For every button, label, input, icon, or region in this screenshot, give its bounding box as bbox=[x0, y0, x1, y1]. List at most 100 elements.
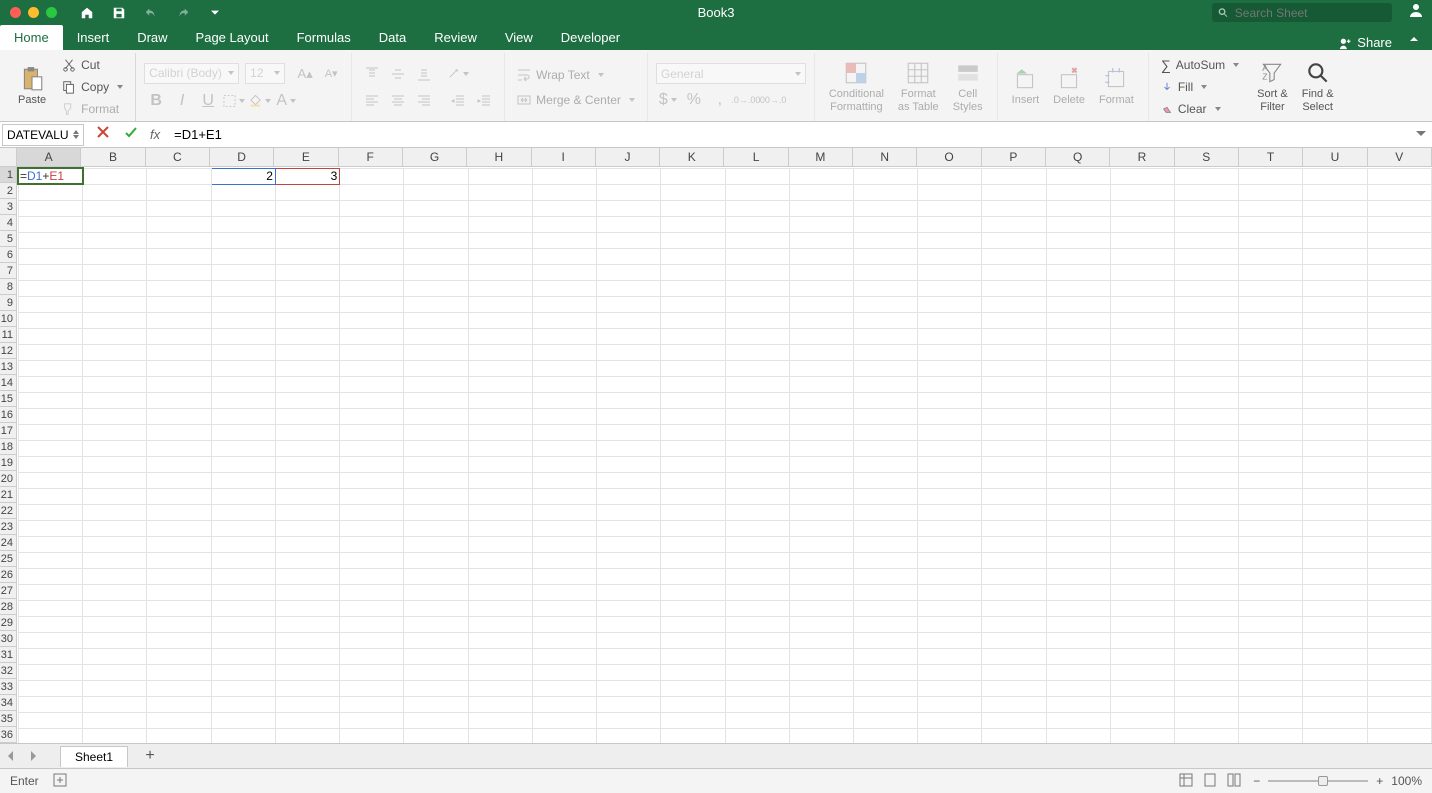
cell-C8[interactable] bbox=[147, 280, 211, 296]
cell-T23[interactable] bbox=[1239, 520, 1303, 536]
row-header-33[interactable]: 33 bbox=[0, 679, 16, 695]
cell-D24[interactable] bbox=[211, 536, 275, 552]
cell-J27[interactable] bbox=[597, 584, 661, 600]
row-header-20[interactable]: 20 bbox=[0, 471, 16, 487]
cell-F7[interactable] bbox=[340, 264, 404, 280]
cell-S34[interactable] bbox=[1174, 696, 1238, 712]
cell-B27[interactable] bbox=[83, 584, 147, 600]
cell-A1[interactable]: =D1+E1 bbox=[18, 168, 83, 184]
cell-C13[interactable] bbox=[147, 360, 211, 376]
cell-V32[interactable] bbox=[1367, 664, 1431, 680]
cell-T32[interactable] bbox=[1239, 664, 1303, 680]
cell-C16[interactable] bbox=[147, 408, 211, 424]
cell-K10[interactable] bbox=[661, 312, 725, 328]
cell-S19[interactable] bbox=[1174, 456, 1238, 472]
cell-G25[interactable] bbox=[404, 552, 468, 568]
cell-I11[interactable] bbox=[532, 328, 596, 344]
cell-N1[interactable] bbox=[853, 168, 917, 184]
col-header-P[interactable]: P bbox=[982, 148, 1046, 166]
row-header-4[interactable]: 4 bbox=[0, 215, 16, 231]
border-button[interactable] bbox=[222, 90, 246, 112]
cell-F11[interactable] bbox=[340, 328, 404, 344]
row-header-1[interactable]: 1 bbox=[0, 167, 16, 183]
cell-S24[interactable] bbox=[1174, 536, 1238, 552]
cell-T3[interactable] bbox=[1239, 200, 1303, 216]
cell-B13[interactable] bbox=[83, 360, 147, 376]
cell-K1[interactable] bbox=[661, 168, 725, 184]
cell-C28[interactable] bbox=[147, 600, 211, 616]
cell-E35[interactable] bbox=[275, 712, 339, 728]
cell-G30[interactable] bbox=[404, 632, 468, 648]
cell-T19[interactable] bbox=[1239, 456, 1303, 472]
cell-H31[interactable] bbox=[468, 648, 532, 664]
cell-R8[interactable] bbox=[1110, 280, 1174, 296]
cell-B20[interactable] bbox=[83, 472, 147, 488]
cell-A8[interactable] bbox=[18, 280, 83, 296]
cell-R28[interactable] bbox=[1110, 600, 1174, 616]
cell-F5[interactable] bbox=[340, 232, 404, 248]
cell-H25[interactable] bbox=[468, 552, 532, 568]
cell-R27[interactable] bbox=[1110, 584, 1174, 600]
cell-A12[interactable] bbox=[18, 344, 83, 360]
cell-J2[interactable] bbox=[597, 184, 661, 200]
cell-T31[interactable] bbox=[1239, 648, 1303, 664]
cell-I7[interactable] bbox=[532, 264, 596, 280]
row-header-34[interactable]: 34 bbox=[0, 695, 16, 711]
cell-E19[interactable] bbox=[275, 456, 339, 472]
cell-K27[interactable] bbox=[661, 584, 725, 600]
cell-B36[interactable] bbox=[83, 728, 147, 743]
cell-B31[interactable] bbox=[83, 648, 147, 664]
cell-G24[interactable] bbox=[404, 536, 468, 552]
cell-V7[interactable] bbox=[1367, 264, 1431, 280]
cell-B15[interactable] bbox=[83, 392, 147, 408]
cell-M10[interactable] bbox=[789, 312, 853, 328]
cell-M3[interactable] bbox=[789, 200, 853, 216]
cell-M12[interactable] bbox=[789, 344, 853, 360]
cell-G3[interactable] bbox=[404, 200, 468, 216]
cell-P5[interactable] bbox=[982, 232, 1046, 248]
cell-R30[interactable] bbox=[1110, 632, 1174, 648]
cell-C30[interactable] bbox=[147, 632, 211, 648]
cell-P31[interactable] bbox=[982, 648, 1046, 664]
cell-U10[interactable] bbox=[1303, 312, 1367, 328]
cell-C2[interactable] bbox=[147, 184, 211, 200]
cell-V13[interactable] bbox=[1367, 360, 1431, 376]
cell-L25[interactable] bbox=[725, 552, 789, 568]
cell-H33[interactable] bbox=[468, 680, 532, 696]
cell-E16[interactable] bbox=[275, 408, 339, 424]
cell-U24[interactable] bbox=[1303, 536, 1367, 552]
cell-D31[interactable] bbox=[211, 648, 275, 664]
cell-J25[interactable] bbox=[597, 552, 661, 568]
cell-C14[interactable] bbox=[147, 376, 211, 392]
cell-R22[interactable] bbox=[1110, 504, 1174, 520]
cell-D5[interactable] bbox=[211, 232, 275, 248]
cell-B25[interactable] bbox=[83, 552, 147, 568]
cell-V16[interactable] bbox=[1367, 408, 1431, 424]
cell-J22[interactable] bbox=[597, 504, 661, 520]
cell-R7[interactable] bbox=[1110, 264, 1174, 280]
cell-V27[interactable] bbox=[1367, 584, 1431, 600]
cell-C34[interactable] bbox=[147, 696, 211, 712]
wrap-text-button[interactable]: Wrap Text bbox=[513, 65, 639, 85]
cell-F22[interactable] bbox=[340, 504, 404, 520]
col-header-A[interactable]: A bbox=[17, 148, 81, 166]
cell-Q5[interactable] bbox=[1046, 232, 1110, 248]
cell-Q22[interactable] bbox=[1046, 504, 1110, 520]
cell-J32[interactable] bbox=[597, 664, 661, 680]
cell-Q13[interactable] bbox=[1046, 360, 1110, 376]
cell-G15[interactable] bbox=[404, 392, 468, 408]
cell-P36[interactable] bbox=[982, 728, 1046, 743]
cell-T2[interactable] bbox=[1239, 184, 1303, 200]
cell-L3[interactable] bbox=[725, 200, 789, 216]
cell-A17[interactable] bbox=[18, 424, 83, 440]
cell-L17[interactable] bbox=[725, 424, 789, 440]
cell-V34[interactable] bbox=[1367, 696, 1431, 712]
cell-R2[interactable] bbox=[1110, 184, 1174, 200]
cell-N34[interactable] bbox=[853, 696, 917, 712]
cell-O19[interactable] bbox=[918, 456, 982, 472]
cell-B19[interactable] bbox=[83, 456, 147, 472]
cell-B18[interactable] bbox=[83, 440, 147, 456]
cell-D29[interactable] bbox=[211, 616, 275, 632]
cell-T30[interactable] bbox=[1239, 632, 1303, 648]
cell-A10[interactable] bbox=[18, 312, 83, 328]
